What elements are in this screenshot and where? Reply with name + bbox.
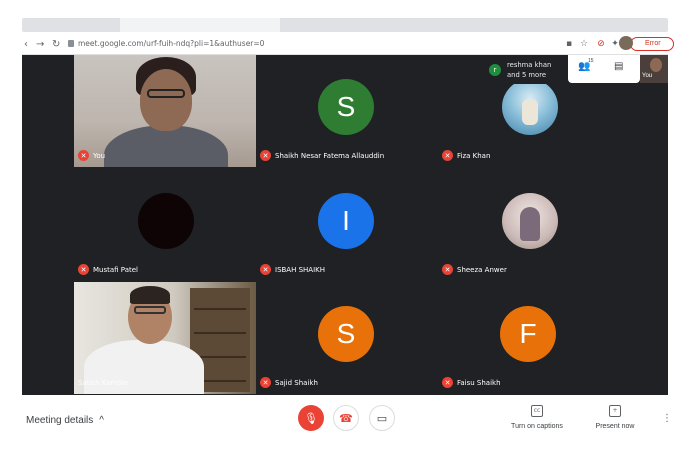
- address-bar[interactable]: ‹ → ↻ meet.google.com/urf-fuih-ndq?pli=1…: [22, 33, 674, 55]
- participant-name: ✕ Sheeza Anwer: [442, 263, 507, 276]
- participant-name: Satish Kamble: [78, 378, 129, 387]
- end-call-button[interactable]: ☎: [333, 405, 359, 431]
- participant-name: ✕ You: [78, 149, 105, 162]
- participant-tile[interactable]: S ✕ Sajid Shaikh: [256, 282, 438, 394]
- mic-off-icon: ✕: [78, 264, 89, 275]
- star-icon[interactable]: ☆: [578, 38, 590, 50]
- present-icon: +: [609, 405, 621, 417]
- participant-name: ✕ Fiza Khan: [442, 149, 490, 162]
- avatar-picture: [138, 193, 194, 249]
- self-face: [650, 58, 662, 72]
- block-icon[interactable]: ⊘: [595, 38, 607, 50]
- participant-tile-you[interactable]: ✕ You: [74, 55, 256, 167]
- participant-name: ✕ Shaikh Nesar Fatema Allauddin: [260, 149, 384, 162]
- participant-tile[interactable]: F ✕ Faisu Shaikh: [438, 282, 620, 394]
- video-body: [104, 125, 228, 167]
- participant-name: ✕ Sajid Shaikh: [260, 376, 318, 389]
- mic-toggle-button[interactable]: 🎙: [298, 405, 324, 431]
- chat-icon[interactable]: ▤: [614, 61, 623, 72]
- mic-off-icon: ✕: [442, 150, 453, 161]
- camera-status-icon[interactable]: ▪: [563, 38, 575, 50]
- more-icon[interactable]: ⋮: [662, 413, 672, 424]
- top-panel: 👥 15 ▤: [568, 55, 640, 83]
- avatar: I: [318, 193, 374, 249]
- captions-button[interactable]: cc Turn on captions: [502, 405, 572, 430]
- present-now-button[interactable]: + Present now: [580, 405, 650, 430]
- mic-off-icon: ✕: [260, 377, 271, 388]
- error-button[interactable]: Error: [630, 37, 674, 51]
- profile-avatar[interactable]: [619, 36, 633, 50]
- meeting-details-button[interactable]: Meeting details ^: [26, 415, 104, 426]
- participant-name: ✕ Mustafi Patel: [78, 263, 138, 276]
- video-glasses: [147, 89, 185, 98]
- participant-name: ✕ ISBAH SHAIKH: [260, 263, 325, 276]
- lock-icon: [68, 40, 74, 47]
- join-notification[interactable]: r reshma khan and 5 more: [484, 58, 570, 84]
- participant-tile[interactable]: Satish Kamble: [74, 282, 256, 394]
- participant-tile[interactable]: ✕ Mustafi Patel: [74, 169, 256, 281]
- error-label: Error: [645, 40, 661, 47]
- browser-tab[interactable]: [120, 18, 280, 32]
- url-text[interactable]: meet.google.com/urf-fuih-ndq?pli=1&authu…: [78, 36, 264, 52]
- meeting-stage: ✕ You S ✕ Shaikh Nesar Fatema Allauddin …: [22, 55, 668, 395]
- mic-off-icon: ✕: [442, 377, 453, 388]
- notification-avatar: r: [489, 64, 501, 76]
- camera-icon: ▭: [376, 411, 388, 425]
- mic-off-icon: ✕: [442, 264, 453, 275]
- avatar: S: [318, 79, 374, 135]
- back-icon[interactable]: ‹: [24, 39, 28, 50]
- video-hair: [130, 286, 170, 304]
- camera-toggle-button[interactable]: ▭: [369, 405, 395, 431]
- participant-tile[interactable]: S ✕ Shaikh Nesar Fatema Allauddin: [256, 55, 438, 167]
- video-face: [140, 69, 192, 131]
- self-view[interactable]: You: [640, 55, 668, 83]
- participant-tile[interactable]: ✕ Sheeza Anwer: [438, 169, 620, 281]
- tab-strip: [22, 18, 668, 32]
- captions-icon: cc: [531, 405, 543, 417]
- avatar: F: [500, 306, 556, 362]
- end-call-icon: ☎: [339, 411, 353, 425]
- participant-tile[interactable]: I ✕ ISBAH SHAIKH: [256, 169, 438, 281]
- forward-icon[interactable]: →: [36, 39, 44, 50]
- chevron-up-icon: ^: [99, 415, 104, 426]
- reload-icon[interactable]: ↻: [52, 39, 60, 50]
- avatar-picture: [502, 79, 558, 135]
- avatar: S: [318, 306, 374, 362]
- browser-window: ‹ → ↻ meet.google.com/urf-fuih-ndq?pli=1…: [0, 0, 696, 455]
- mic-off-icon: ✕: [260, 264, 271, 275]
- video-glasses: [134, 306, 166, 314]
- bottom-bar: Meeting details ^ 🎙 ☎ ▭ cc Turn on capti…: [22, 395, 672, 447]
- avatar-picture: [502, 193, 558, 249]
- participant-name: ✕ Faisu Shaikh: [442, 376, 501, 389]
- participant-count: 15: [588, 58, 594, 64]
- mic-off-icon: 🎙: [304, 411, 318, 425]
- mic-off-icon: ✕: [78, 150, 89, 161]
- mic-off-icon: ✕: [260, 150, 271, 161]
